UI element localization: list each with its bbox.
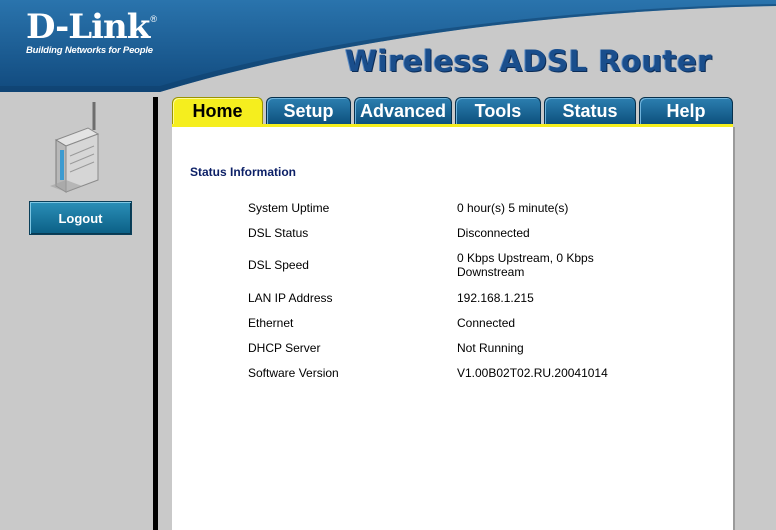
table-row: DSL Status Disconnected bbox=[248, 226, 728, 240]
tab-status[interactable]: Status bbox=[544, 97, 636, 125]
row-value: Connected bbox=[457, 316, 516, 330]
dlink-logo: D-Link® Building Networks for People bbox=[26, 10, 157, 56]
row-value: Disconnected bbox=[457, 226, 530, 240]
registered-mark: ® bbox=[150, 14, 157, 24]
product-title: Wireless ADSL Router bbox=[345, 44, 712, 78]
table-row: Software Version V1.00B02T02.RU.20041014 bbox=[248, 366, 728, 380]
row-label: DHCP Server bbox=[248, 341, 321, 355]
row-label: DSL Status bbox=[248, 226, 309, 240]
row-label: Software Version bbox=[248, 366, 339, 380]
tab-setup[interactable]: Setup bbox=[266, 97, 351, 125]
table-row: System Uptime 0 hour(s) 5 minute(s) bbox=[248, 201, 728, 215]
row-label: System Uptime bbox=[248, 201, 330, 215]
brand-tagline: Building Networks for People bbox=[26, 45, 153, 56]
row-value: 192.168.1.215 bbox=[457, 291, 534, 305]
adsl-router-icon bbox=[50, 102, 100, 193]
table-row: DHCP Server Not Running bbox=[248, 341, 728, 355]
content-edge bbox=[733, 127, 735, 530]
sidebar bbox=[0, 92, 153, 530]
row-value: 0 Kbps Upstream, 0 Kbps Downstream bbox=[457, 251, 594, 279]
table-row: DSL Speed 0 Kbps Upstream, 0 Kbps Downst… bbox=[248, 251, 728, 279]
content-panel: Status Information System Uptime 0 hour(… bbox=[172, 127, 733, 530]
tab-home[interactable]: Home bbox=[172, 97, 263, 125]
header: D-Link® Building Networks for People Wir… bbox=[0, 0, 776, 92]
tab-help[interactable]: Help bbox=[639, 97, 733, 125]
table-row: Ethernet Connected bbox=[248, 316, 728, 330]
nav-tabs: Home Setup Advanced Tools Status Help bbox=[172, 97, 733, 125]
tab-advanced[interactable]: Advanced bbox=[354, 97, 452, 125]
section-title: Status Information bbox=[190, 165, 297, 179]
row-value: 0 hour(s) 5 minute(s) bbox=[457, 201, 569, 215]
brand-name: D-Link bbox=[26, 7, 150, 47]
row-value: V1.00B02T02.RU.20041014 bbox=[457, 366, 608, 380]
row-label: Ethernet bbox=[248, 316, 294, 330]
row-value: Not Running bbox=[457, 341, 524, 355]
logout-button[interactable]: Logout bbox=[29, 201, 132, 235]
tab-tools[interactable]: Tools bbox=[455, 97, 541, 125]
row-label: LAN IP Address bbox=[248, 291, 333, 305]
row-label: DSL Speed bbox=[248, 258, 309, 272]
table-row: LAN IP Address 192.168.1.215 bbox=[248, 291, 728, 305]
